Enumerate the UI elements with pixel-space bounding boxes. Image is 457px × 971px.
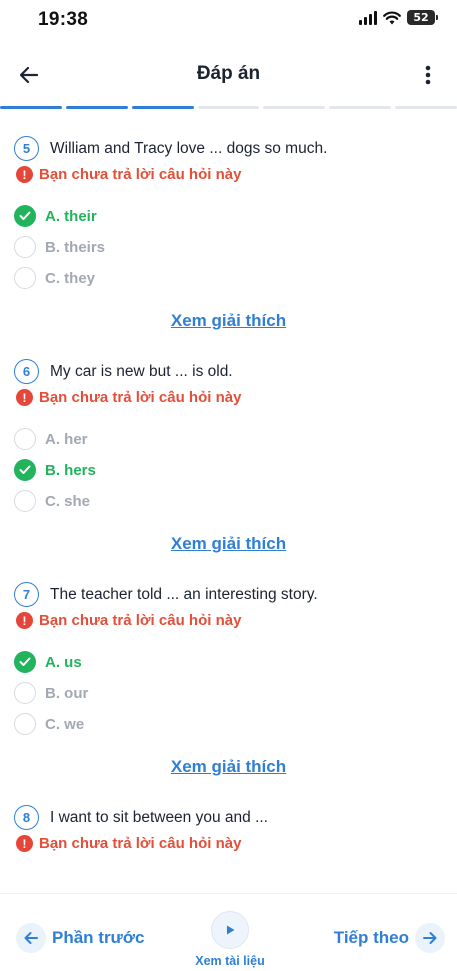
option-label: C. she bbox=[45, 492, 91, 510]
previous-section-button[interactable]: Phần trước bbox=[16, 923, 144, 953]
warning-text: Bạn chưa trả lời câu hỏi này bbox=[39, 389, 242, 406]
answer-option[interactable]: C. she bbox=[14, 490, 90, 512]
status-icons: 52 bbox=[359, 10, 438, 25]
warning-text: Bạn chưa trả lời câu hỏi này bbox=[39, 612, 242, 629]
answer-option[interactable]: B. theirs bbox=[14, 236, 105, 258]
answer-option[interactable]: A. her bbox=[14, 428, 88, 450]
option-label: A. their bbox=[45, 207, 97, 225]
wifi-icon bbox=[383, 11, 401, 24]
option-label: B. hers bbox=[45, 461, 96, 479]
question-text: The teacher told ... an interesting stor… bbox=[50, 585, 318, 603]
option-label: A. her bbox=[45, 430, 88, 448]
radio-circle-icon bbox=[14, 267, 36, 289]
option-label: C. they bbox=[45, 269, 96, 287]
page-title: Đáp án bbox=[196, 63, 261, 84]
radio-circle-icon bbox=[14, 428, 36, 450]
question-number: 5 bbox=[14, 136, 39, 161]
next-label: Tiếp theo bbox=[333, 928, 409, 947]
question-text: My car is new but ... is old. bbox=[50, 362, 233, 380]
progress-segment bbox=[263, 106, 326, 109]
radio-circle-icon bbox=[14, 236, 36, 258]
radio-circle-icon bbox=[14, 682, 36, 704]
check-circle-icon bbox=[14, 651, 36, 673]
check-circle-icon bbox=[14, 459, 36, 481]
warning-text: Bạn chưa trả lời câu hỏi này bbox=[39, 166, 242, 183]
progress-segment bbox=[0, 106, 62, 109]
answer-option[interactable]: C. we bbox=[14, 713, 84, 735]
signal-icon bbox=[359, 10, 377, 25]
question-text: William and Tracy love ... dogs so much. bbox=[50, 139, 328, 157]
check-circle-icon bbox=[14, 205, 36, 227]
question-progress-bar bbox=[0, 106, 457, 110]
radio-circle-icon bbox=[14, 490, 36, 512]
view-explanation-link[interactable]: Xem giải thích bbox=[0, 311, 457, 331]
progress-segment bbox=[329, 106, 392, 109]
progress-segment bbox=[395, 106, 457, 109]
question-header: 7 The teacher told ... an interesting st… bbox=[14, 582, 318, 607]
option-label: B. our bbox=[45, 684, 89, 702]
option-label: A. us bbox=[45, 653, 82, 671]
exclamation-circle-icon: ! bbox=[16, 166, 33, 183]
question-number: 7 bbox=[14, 582, 39, 607]
status-time: 19:38 bbox=[38, 9, 89, 30]
more-options-button[interactable] bbox=[415, 62, 441, 88]
arrow-right-icon bbox=[415, 923, 445, 953]
view-explanation-link[interactable]: Xem giải thích bbox=[0, 757, 457, 777]
unanswered-warning: ! Bạn chưa trả lời câu hỏi này bbox=[16, 835, 241, 852]
view-explanation-link[interactable]: Xem giải thích bbox=[0, 534, 457, 554]
unanswered-warning: ! Bạn chưa trả lời câu hỏi này bbox=[16, 389, 241, 406]
radio-circle-icon bbox=[14, 713, 36, 735]
option-label: B. theirs bbox=[45, 238, 106, 256]
unanswered-warning: ! Bạn chưa trả lời câu hỏi này bbox=[16, 166, 241, 183]
progress-segment bbox=[65, 106, 128, 109]
more-vertical-icon bbox=[425, 65, 431, 85]
play-icon bbox=[211, 911, 249, 949]
battery-level: 52 bbox=[413, 11, 429, 24]
exclamation-circle-icon: ! bbox=[16, 612, 33, 629]
question-number: 6 bbox=[14, 359, 39, 384]
answer-option[interactable]: A. their bbox=[14, 205, 97, 227]
exclamation-circle-icon: ! bbox=[16, 835, 33, 852]
answer-option[interactable]: B. hers bbox=[14, 459, 96, 481]
answer-option[interactable]: A. us bbox=[14, 651, 82, 673]
exclamation-circle-icon: ! bbox=[16, 389, 33, 406]
question-header: 6 My car is new but ... is old. bbox=[14, 359, 233, 384]
battery-icon: 52 bbox=[407, 10, 438, 25]
next-button[interactable]: Tiếp theo bbox=[334, 923, 445, 953]
app-header: Đáp án bbox=[0, 50, 457, 100]
status-bar: 19:38 52 bbox=[0, 0, 457, 44]
answer-option[interactable]: C. they bbox=[14, 267, 95, 289]
arrow-left-icon bbox=[16, 923, 46, 953]
warning-text: Bạn chưa trả lời câu hỏi này bbox=[39, 835, 242, 852]
progress-segment bbox=[197, 106, 260, 109]
progress-segment bbox=[131, 106, 194, 109]
option-label: C. we bbox=[45, 715, 85, 733]
view-document-label: Xem tài liệu bbox=[195, 954, 265, 968]
bottom-navigation: Phần trước Xem tài liệu Tiếp theo bbox=[0, 893, 457, 971]
question-number: 8 bbox=[14, 805, 39, 830]
question-header: 5 William and Tracy love ... dogs so muc… bbox=[14, 136, 327, 161]
question-header: 8 I want to sit between you and ... bbox=[14, 805, 268, 830]
unanswered-warning: ! Bạn chưa trả lời câu hỏi này bbox=[16, 612, 241, 629]
answer-option[interactable]: B. our bbox=[14, 682, 88, 704]
previous-section-label: Phần trước bbox=[52, 928, 145, 947]
view-document-button[interactable]: Xem tài liệu bbox=[190, 911, 270, 968]
question-text: I want to sit between you and ... bbox=[50, 808, 268, 826]
